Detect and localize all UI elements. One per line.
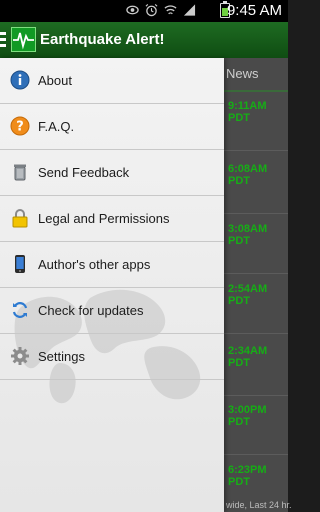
feed-item-time[interactable]: 2:54AM PDT [228, 283, 288, 307]
feed-divider [224, 395, 288, 396]
navigation-drawer: About ? F.A.Q. Send Feedback Legal and P… [0, 58, 224, 512]
menu-item-other-apps[interactable]: Author's other apps [0, 242, 224, 287]
lock-icon [12, 209, 28, 228]
menu-item-send-feedback[interactable]: Send Feedback [0, 150, 224, 195]
menu-label: Author's other apps [38, 257, 151, 272]
question-icon: ? [10, 116, 30, 136]
menu-item-check-updates[interactable]: Check for updates [0, 288, 224, 333]
menu-item-faq[interactable]: ? F.A.Q. [0, 104, 224, 149]
tab-indicator [224, 90, 288, 92]
feed-item-time[interactable]: 6:08AM PDT [228, 163, 288, 187]
feed-divider [224, 333, 288, 334]
info-icon [10, 70, 30, 90]
status-bar: 9:45 AM [0, 0, 288, 22]
eye-icon [126, 5, 139, 15]
feed-divider [224, 213, 288, 214]
svg-text:?: ? [16, 120, 24, 135]
feed-divider [224, 273, 288, 274]
status-time: 9:45 AM [226, 2, 282, 19]
feed-item-time[interactable]: 9:11AM PDT [228, 100, 288, 124]
feed-divider [224, 454, 288, 455]
menu-label: F.A.Q. [38, 119, 75, 134]
app-title: Earthquake Alert! [40, 31, 165, 48]
alarm-icon [145, 4, 158, 17]
feed-item-time[interactable]: 3:08AM PDT [228, 223, 288, 247]
signal-icon [183, 4, 196, 16]
status-icons [126, 3, 196, 17]
menu-label: Check for updates [38, 303, 144, 318]
menu-item-about[interactable]: About [0, 58, 224, 103]
refresh-icon [12, 302, 28, 318]
feed-item-time[interactable]: 6:23PM PDT [228, 464, 288, 488]
menu-label: Legal and Permissions [38, 211, 170, 226]
feed-divider [224, 150, 288, 151]
menu-divider [0, 379, 224, 380]
menu-item-settings[interactable]: Settings [0, 334, 224, 379]
menu-label: Settings [38, 349, 85, 364]
trash-can-icon [14, 164, 26, 181]
feed-item-time[interactable]: 2:34AM PDT [228, 345, 288, 369]
phone-icon [15, 255, 25, 273]
gear-icon [11, 347, 29, 365]
tab-news[interactable]: News [226, 66, 259, 81]
menu-label: About [38, 73, 72, 88]
menu-label: Send Feedback [38, 165, 130, 180]
action-bar: Earthquake Alert! [0, 22, 288, 58]
wifi-icon [164, 5, 177, 15]
footer-text: wide, Last 24 hr. [226, 500, 292, 510]
drawer-toggle-icon[interactable] [0, 32, 6, 48]
seismograph-icon[interactable] [11, 27, 36, 52]
feed-item-time[interactable]: 3:00PM PDT [228, 404, 288, 428]
menu-item-legal[interactable]: Legal and Permissions [0, 196, 224, 241]
